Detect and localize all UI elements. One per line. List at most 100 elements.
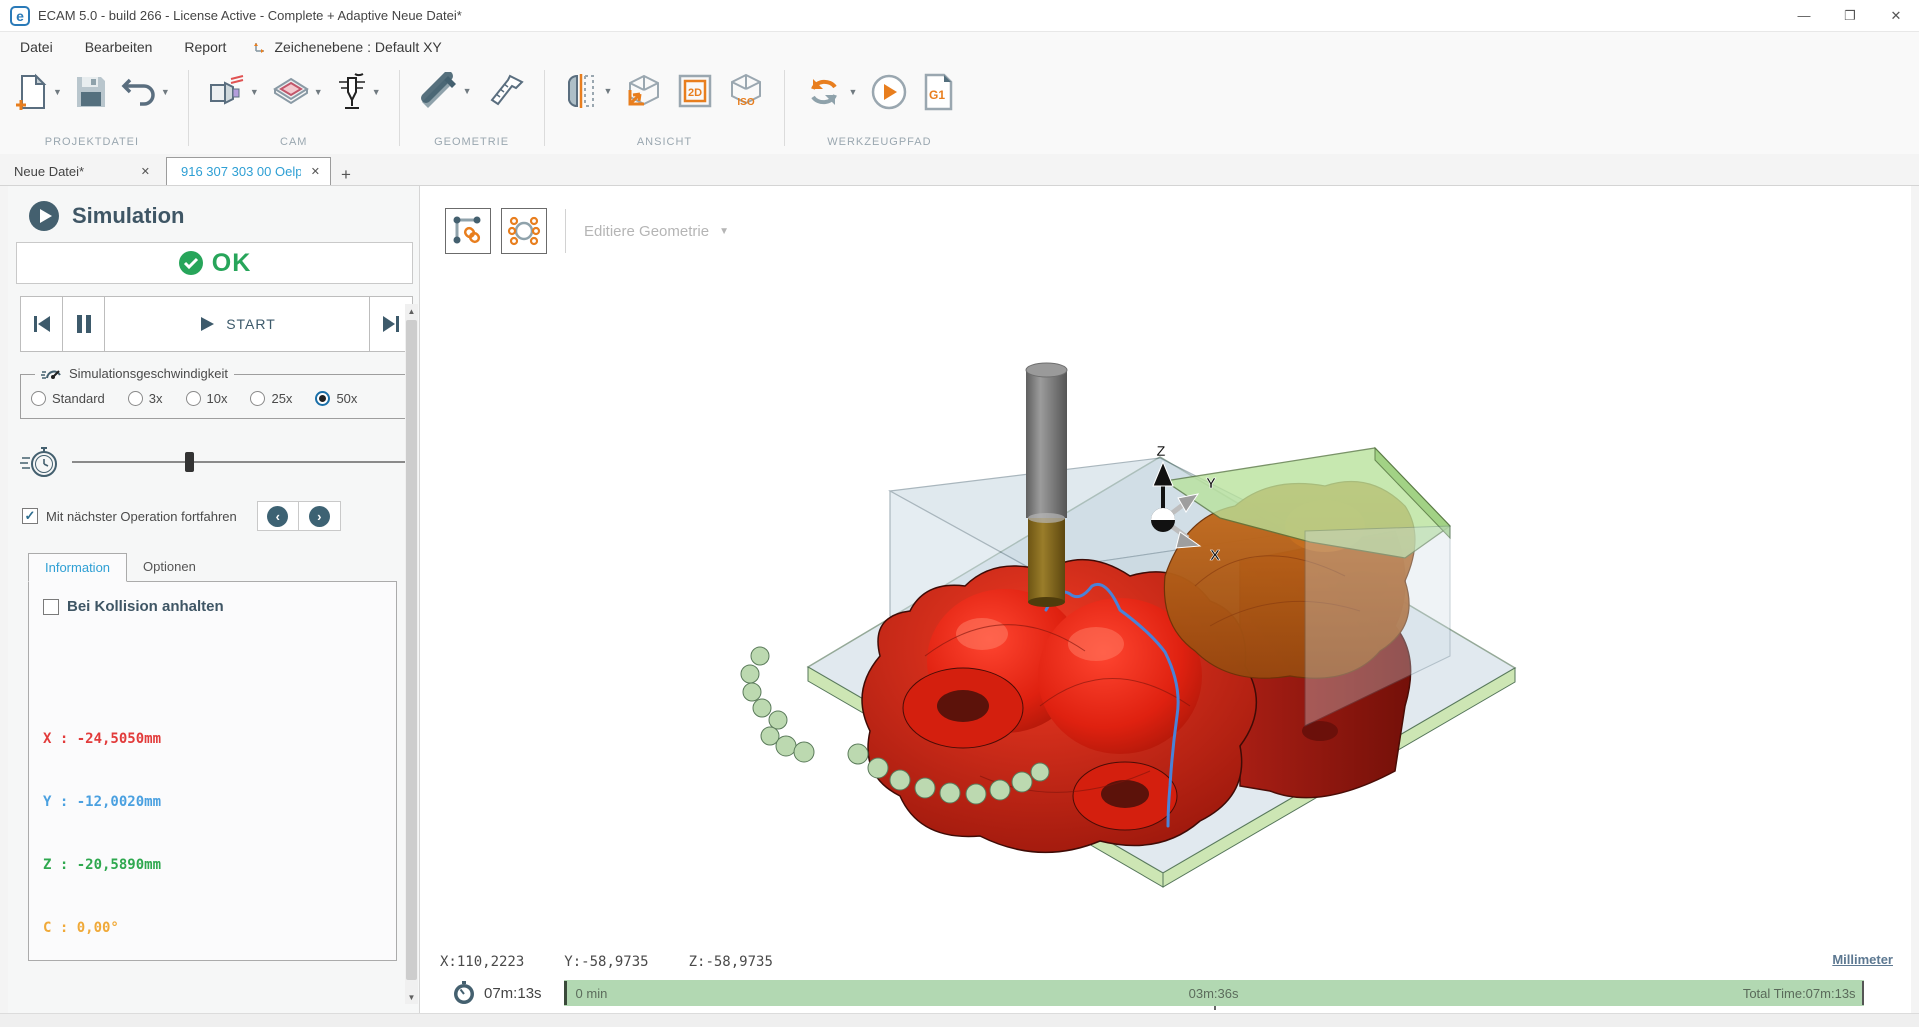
stopwatch-icon <box>452 981 476 1005</box>
start-button[interactable]: START <box>105 297 370 351</box>
menu-report[interactable]: Report <box>172 35 238 59</box>
machining-setup-button[interactable]: ▼ <box>203 69 263 115</box>
chevron-down-icon: ▼ <box>161 87 170 97</box>
menu-bearbeiten[interactable]: Bearbeiten <box>73 35 165 59</box>
radio-3x[interactable]: 3x <box>128 391 163 406</box>
toolbar-separator <box>784 70 785 146</box>
doc-tab-oelpumpe[interactable]: 916 307 303 00 Oelpu ✕ <box>166 157 331 185</box>
slider-handle[interactable] <box>185 452 194 472</box>
app-logo-icon: e <box>10 6 30 26</box>
stopwatch-icon <box>20 443 60 481</box>
radio-25x[interactable]: 25x <box>250 391 292 406</box>
viewport: Z Y X Editiere Geometrie ▼ X:110,2223 Y:… <box>420 186 1911 1013</box>
undo-button[interactable]: ▼ <box>116 70 174 114</box>
menubar: Datei Bearbeiten Report Zeichenebene : D… <box>0 32 1919 62</box>
window-controls: — ❐ ✕ <box>1781 0 1919 32</box>
progress-total-label: Total Time:07m:13s <box>1743 986 1856 1001</box>
axes-icon <box>252 39 268 55</box>
close-tab-icon[interactable]: ✕ <box>141 165 150 178</box>
view-2d-button[interactable]: 2D <box>672 68 718 114</box>
radio-50x-selected[interactable]: 50x <box>315 391 357 406</box>
point-select-button[interactable] <box>501 208 547 254</box>
previous-operation-button[interactable]: ‹ <box>258 502 299 530</box>
zoom-fit-button[interactable] <box>620 68 668 114</box>
undo-icon <box>120 74 158 110</box>
edit-geometry-dropdown[interactable]: Editiere Geometrie ▼ <box>584 223 729 240</box>
play-circle-icon <box>28 200 60 232</box>
close-tab-icon[interactable]: ✕ <box>311 165 320 178</box>
toolbar-group-projektdatei: ▼ ▼ PROJEKTDATEI <box>0 62 184 154</box>
regenerate-toolpath-button[interactable]: ▼ <box>799 69 861 115</box>
caliper-icon <box>484 72 526 110</box>
next-operation-button[interactable]: › <box>299 502 340 530</box>
viewport-3d[interactable]: Z Y X <box>420 186 1911 946</box>
radio-10x[interactable]: 10x <box>186 391 228 406</box>
viewport-toolbar-separator <box>565 209 566 253</box>
add-tab-button[interactable]: + <box>331 165 361 185</box>
viewport-toolbar: Editiere Geometrie ▼ <box>445 208 729 254</box>
speed-slider[interactable] <box>72 461 413 463</box>
tool-button[interactable]: ▼ <box>331 68 385 116</box>
radio-standard[interactable]: Standard <box>31 391 105 406</box>
scroll-down-icon[interactable]: ▼ <box>405 990 418 1004</box>
collision-checkbox[interactable] <box>43 599 59 615</box>
section-view-icon <box>563 72 601 110</box>
stock-button[interactable]: ▼ <box>267 71 327 113</box>
play-circle-icon <box>869 72 909 112</box>
speed-options: Standard 3x 10x 25x 50x <box>31 391 404 406</box>
titlebar: e ECAM 5.0 - build 266 - License Active … <box>0 0 1919 32</box>
skip-to-start-button[interactable] <box>21 297 63 351</box>
simulate-button[interactable] <box>865 68 913 116</box>
scrollbar-thumb[interactable] <box>406 320 417 980</box>
edit-geometry-label: Editiere Geometrie <box>584 223 709 240</box>
tab-information[interactable]: Information <box>28 553 127 582</box>
position-readout: X : -24,5050mm Y : -12,0020mm Z : -20,58… <box>43 687 384 981</box>
view-iso-icon: ISO <box>726 72 766 110</box>
doc-tab-neue-datei[interactable]: Neue Datei* ✕ <box>0 157 160 185</box>
view-iso-button[interactable]: ISO <box>722 68 770 114</box>
position-c: C : 0,00° <box>43 918 384 939</box>
chain-select-button[interactable] <box>445 208 491 254</box>
panel-scrollbar[interactable]: ▲ ▼ <box>405 304 418 1004</box>
pencil-ruler-icon <box>418 72 460 110</box>
simulation-panel: Simulation OK START Simulationsgeschwind… <box>8 186 420 1013</box>
window-title: ECAM 5.0 - build 266 - License Active - … <box>38 8 462 23</box>
radio-icon <box>128 391 143 406</box>
svg-text:G1: G1 <box>929 88 945 102</box>
svg-text:ISO: ISO <box>738 97 755 108</box>
minimize-button[interactable]: — <box>1781 0 1827 32</box>
drawing-plane-label: Zeichenebene : Default XY <box>274 39 441 55</box>
svg-text:2D: 2D <box>688 87 702 99</box>
draw-geometry-button[interactable]: ▼ <box>414 68 476 114</box>
menu-datei[interactable]: Datei <box>8 35 65 59</box>
cutting-tool <box>1026 363 1067 607</box>
save-button[interactable] <box>70 70 112 114</box>
chevron-down-icon: ▼ <box>719 226 729 237</box>
restore-button[interactable]: ❐ <box>1827 0 1873 32</box>
feed-readout: Vorschub Typ : Vorschub Vorschub : 2865 … <box>43 995 384 1013</box>
gcode-button[interactable]: G1 <box>917 68 959 116</box>
chevron-down-icon: ▼ <box>372 87 381 97</box>
toolbar-separator <box>188 70 189 146</box>
simulation-progressbar[interactable]: 0 min 03m:36s Total Time:07m:13s <box>564 980 1864 1006</box>
axis-label-z: Z <box>1156 443 1165 460</box>
continue-operation-row: ✓ Mit nächster Operation fortfahren ‹ › <box>22 501 413 531</box>
close-button[interactable]: ✕ <box>1873 0 1919 32</box>
units-link[interactable]: Millimeter <box>1832 952 1893 967</box>
collision-row: Bei Kollision anhalten <box>43 598 384 615</box>
radio-icon <box>186 391 201 406</box>
pause-button[interactable] <box>63 297 105 351</box>
scroll-up-icon[interactable]: ▲ <box>405 304 418 318</box>
measure-button[interactable] <box>480 68 530 114</box>
new-file-button[interactable]: ▼ <box>10 68 66 116</box>
section-view-button[interactable]: ▼ <box>559 68 617 114</box>
elapsed-time: 07m:13s <box>452 981 542 1005</box>
progress-center-tick <box>1214 1006 1216 1010</box>
save-icon <box>74 74 108 110</box>
tab-optionen[interactable]: Optionen <box>127 553 212 581</box>
selection-points-icon <box>507 214 541 248</box>
main-toolbar: ▼ ▼ PROJEKTDATEI ▼ ▼ ▼ <box>0 62 1919 154</box>
continue-checkbox[interactable]: ✓ <box>22 508 38 524</box>
drawing-plane-indicator[interactable]: Zeichenebene : Default XY <box>252 39 441 55</box>
simulation-status: OK <box>16 242 413 284</box>
